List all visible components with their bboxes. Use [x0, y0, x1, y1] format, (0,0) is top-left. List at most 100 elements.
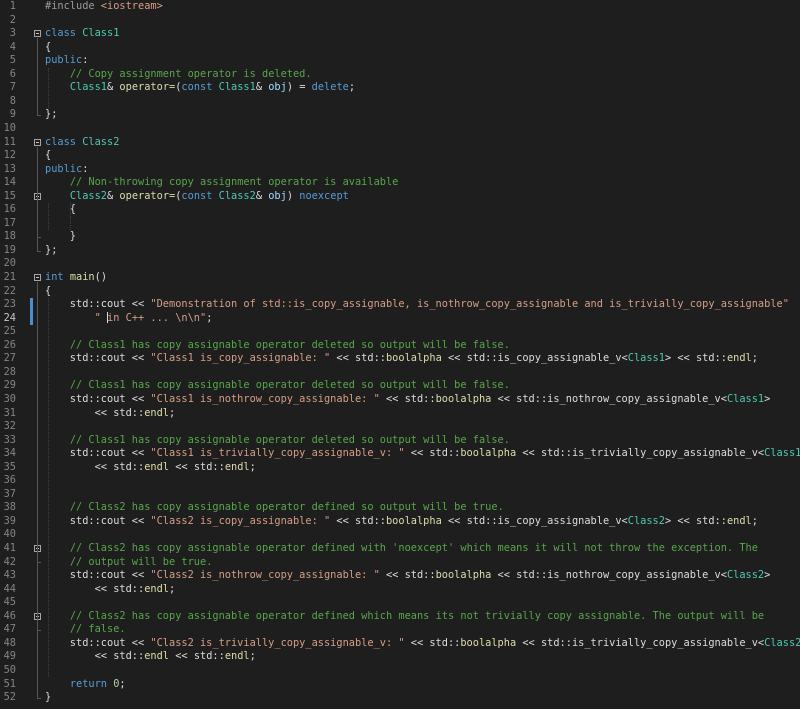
code-line[interactable]: 50 [0, 664, 800, 678]
code-token: & [255, 189, 269, 202]
code-token: public [45, 54, 83, 67]
code-token: Class1 [627, 352, 665, 365]
line-number: 17 [3, 216, 16, 229]
code-token: endl [144, 460, 170, 473]
code-line[interactable]: 13 public: [0, 163, 800, 177]
code-line[interactable]: 39 std::cout << "Class2 is_copy_assignab… [0, 515, 800, 529]
code-line[interactable]: 33 // Class1 has copy assignable operato… [0, 434, 800, 448]
code-token: boolalpha [385, 352, 442, 365]
code-line[interactable]: 9}; [0, 108, 800, 122]
fold-toggle-icon[interactable] [34, 138, 41, 146]
code-token: "Class1 is_nothrow_copy_assignable: " [150, 392, 380, 405]
code-line[interactable]: 38 // Class2 has copy assignable operato… [0, 501, 800, 515]
code-line[interactable]: 47 // false. [0, 623, 800, 637]
code-line[interactable]: 48 std::cout << "Class2 is_trivially_cop… [0, 637, 800, 651]
code-token: Class1 [726, 392, 765, 405]
code-line[interactable]: 11 class Class2 [0, 136, 800, 150]
code-token: // Copy assignment operator is deleted. [69, 67, 312, 80]
code-text: // Class2 has copy assignable operator d… [45, 610, 764, 624]
code-line[interactable]: 24 " in C++ ... \n\n"; [0, 311, 800, 326]
code-text: { [45, 41, 51, 55]
code-line[interactable]: 23 std::cout << "Demonstration of std::i… [0, 298, 800, 312]
code-line[interactable]: 21 int main() [0, 271, 800, 285]
code-line[interactable]: 12 { [0, 149, 800, 163]
code-line[interactable]: 43 std::cout << "Class2 is_nothrow_copy_… [0, 569, 800, 583]
code-editor[interactable]: 1 #include <iostream> 2 3 class Class1 4{5 pub… [0, 0, 800, 709]
code-line[interactable]: 18 } [0, 230, 800, 244]
code-line[interactable]: 44 << std::endl; [0, 583, 800, 597]
code-line[interactable]: 26 // Class1 has copy assignable operato… [0, 339, 800, 353]
code-token: // Class2 has copy assignable operator d… [69, 542, 758, 554]
code-text: public: [45, 163, 88, 177]
code-text: public: [45, 54, 88, 68]
code-line[interactable]: 32 [0, 420, 800, 434]
code-token: " in C++ ... \n\n" [94, 311, 207, 324]
code-line[interactable]: 3 class Class1 [0, 27, 800, 41]
code-line[interactable]: 34 std::cout << "Class1 is_trivially_cop… [0, 447, 800, 461]
code-line[interactable]: 20 [0, 257, 800, 271]
line-number: 31 [3, 406, 16, 419]
code-line[interactable]: 17 [0, 217, 800, 231]
code-line[interactable]: 51 return 0; [0, 678, 800, 692]
code-line[interactable]: 52} [0, 691, 800, 705]
code-line[interactable]: 16 { [0, 203, 800, 217]
code-token: Class2 [726, 569, 765, 582]
code-token: << std:: [379, 392, 436, 405]
line-number: 7 [9, 81, 16, 94]
line-number: 2 [9, 13, 16, 26]
code-text: << std::endl << std::endl; [45, 461, 256, 475]
code-text: " in C++ ... \n\n"; [45, 311, 212, 326]
line-number: 3 [9, 27, 16, 40]
code-token: << std:: [45, 650, 145, 663]
code-token: Class1 [764, 447, 800, 460]
code-line[interactable]: 14 // Non-throwing copy assignment opera… [0, 176, 800, 190]
code-token: obj [268, 189, 287, 202]
code-line[interactable]: 36 [0, 474, 800, 488]
code-line[interactable]: 8 [0, 95, 800, 109]
code-line[interactable]: 27 std::cout << "Class1 is_copy_assignab… [0, 352, 800, 366]
code-line[interactable]: 7 Class1& operator=(const Class1& obj) =… [0, 81, 800, 95]
code-line[interactable]: 19}; [0, 244, 800, 258]
code-line[interactable]: 1 #include <iostream> [0, 0, 800, 14]
code-line[interactable]: 22 { [0, 285, 800, 299]
code-line[interactable]: 40 [0, 528, 800, 542]
code-token: << std::is_trivially_copy_assignable_v< [516, 447, 765, 460]
code-token: // Class2 has copy assignable operator d… [69, 609, 765, 622]
code-line[interactable]: 25 [0, 325, 800, 339]
code-line[interactable]: 2 [0, 14, 800, 28]
code-token: << std:: [330, 514, 386, 527]
line-number: 1 [9, 0, 16, 12]
code-token: // Class2 has copy assignable operator d… [69, 501, 504, 514]
code-text: class Class2 [45, 136, 119, 150]
code-line[interactable]: 41 // Class2 has copy assignable operato… [0, 542, 800, 556]
code-line[interactable]: 10 [0, 122, 800, 136]
code-line[interactable]: 31 << std::endl; [0, 407, 800, 421]
code-token: endl [224, 650, 250, 663]
code-line[interactable]: 15 Class2& operator=(const Class2& obj) … [0, 190, 800, 204]
code-line[interactable]: 29 // Class1 has copy assignable operato… [0, 379, 800, 393]
code-line[interactable]: 4{ [0, 41, 800, 55]
code-line[interactable]: 5 public: [0, 54, 800, 68]
code-line[interactable]: 6 // Copy assignment operator is deleted… [0, 68, 800, 82]
change-marker [30, 298, 33, 326]
code-line[interactable]: 42 // output will be true. [0, 556, 800, 570]
code-line[interactable]: 45 [0, 596, 800, 610]
code-line[interactable]: 30 std::cout << "Class1 is_nothrow_copy_… [0, 393, 800, 407]
code-line[interactable]: 35 << std::endl << std::endl; [0, 461, 800, 475]
code-token: class [45, 27, 83, 40]
code-line[interactable]: 46 // Class2 has copy assignable operato… [0, 610, 800, 624]
code-token: } [45, 691, 52, 704]
fold-toggle-icon[interactable] [34, 274, 41, 281]
line-number: 10 [3, 121, 16, 134]
code-line[interactable]: 37 [0, 488, 800, 502]
fold-toggle-icon[interactable] [34, 30, 41, 38]
fold-region-line [37, 282, 38, 698]
fold-region-end [37, 250, 41, 252]
code-line[interactable]: 28 [0, 366, 800, 380]
code-line[interactable]: 49 << std::endl << std::endl; [0, 650, 800, 664]
code-text: }; [45, 108, 57, 122]
line-number: 26 [3, 338, 16, 351]
code-token: <iostream> [100, 0, 163, 12]
